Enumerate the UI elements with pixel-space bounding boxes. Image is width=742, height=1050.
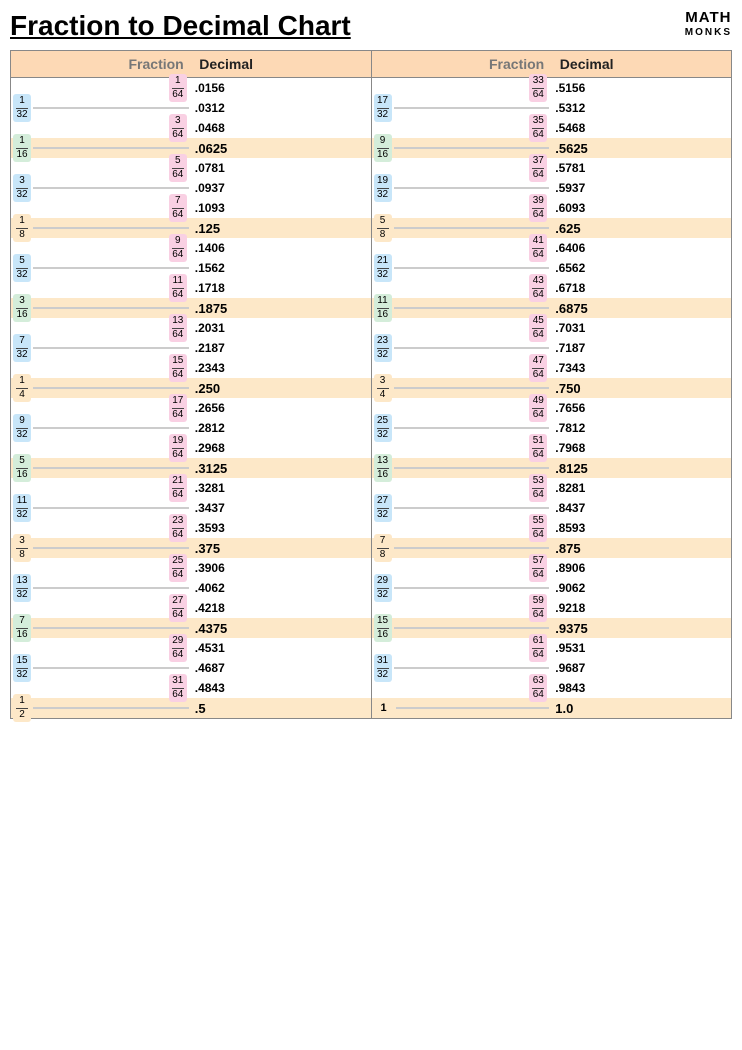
chart-data-row: 7 64 .1093 39 64 .6093 xyxy=(11,198,732,218)
chart-data-row: 11 32 .3437 27 32 .8437 xyxy=(11,498,732,518)
chart-data-row: 1 4 .250 3 4 .750 xyxy=(11,378,732,398)
chart-data-row: 11 64 .1718 43 64 .6718 xyxy=(11,278,732,298)
main-chart: Fraction Decimal Fraction Decimal 1 64 .… xyxy=(10,50,732,719)
chart-data-row: 1 16 .0625 9 16 .5625 xyxy=(11,138,732,158)
chart-data-row: 9 32 .2812 25 32 .7812 xyxy=(11,418,732,438)
chart-data-row: 15 32 .4687 31 32 .9687 xyxy=(11,658,732,678)
chart-data-row: 7 16 .4375 15 16 .9375 xyxy=(11,618,732,638)
chart-data-row: 5 64 .0781 37 64 .5781 xyxy=(11,158,732,178)
chart-data-row: 5 32 .1562 21 32 .6562 xyxy=(11,258,732,278)
chart-data-row: 3 8 .375 7 8 .875 xyxy=(11,538,732,558)
chart-data-row: 1 32 .0312 17 32 .5312 xyxy=(11,98,732,118)
chart-data-row: 1 8 .125 5 8 .625 xyxy=(11,218,732,238)
chart-data-row: 7 32 .2187 23 32 .7187 xyxy=(11,338,732,358)
chart-data-row: 5 16 .3125 13 16 .8125 xyxy=(11,458,732,478)
chart-data-row: 13 32 .4062 29 32 .9062 xyxy=(11,578,732,598)
chart-data-row: 9 64 .1406 41 64 .6406 xyxy=(11,238,732,258)
chart-data-row: 3 16 .1875 11 16 .6875 xyxy=(11,298,732,318)
logo-line1: MATH xyxy=(685,10,732,27)
chart-data-row: 21 64 .3281 53 64 .8281 xyxy=(11,478,732,498)
page-title: Fraction to Decimal Chart xyxy=(10,10,351,42)
chart-data-row: 1 64 .0156 33 64 .5156 xyxy=(11,78,732,99)
chart-data-row: 31 64 .4843 63 64 .9843 xyxy=(11,678,732,698)
chart-data-row: 23 64 .3593 55 64 .8593 xyxy=(11,518,732,538)
chart-container: Fraction Decimal Fraction Decimal 1 64 .… xyxy=(10,50,732,719)
chart-data-row: 27 64 .4218 59 64 .9218 xyxy=(11,598,732,618)
chart-data-row: 19 64 .2968 51 64 .7968 xyxy=(11,438,732,458)
chart-data-row: 25 64 .3906 57 64 .8906 xyxy=(11,558,732,578)
chart-data-row: 3 64 .0468 35 64 .5468 xyxy=(11,118,732,138)
chart-data-row: 3 32 .0937 19 32 .5937 xyxy=(11,178,732,198)
logo-line2: MONKS xyxy=(685,27,732,38)
chart-data-row: 1 2 .5 1 1.0 xyxy=(11,698,732,719)
logo: MATH MONKS xyxy=(685,10,732,38)
chart-data-row: 15 64 .2343 47 64 .7343 xyxy=(11,358,732,378)
chart-data-row: 13 64 .2031 45 64 .7031 xyxy=(11,318,732,338)
chart-data-row: 17 64 .2656 49 64 .7656 xyxy=(11,398,732,418)
chart-data-row: 29 64 .4531 61 64 .9531 xyxy=(11,638,732,658)
